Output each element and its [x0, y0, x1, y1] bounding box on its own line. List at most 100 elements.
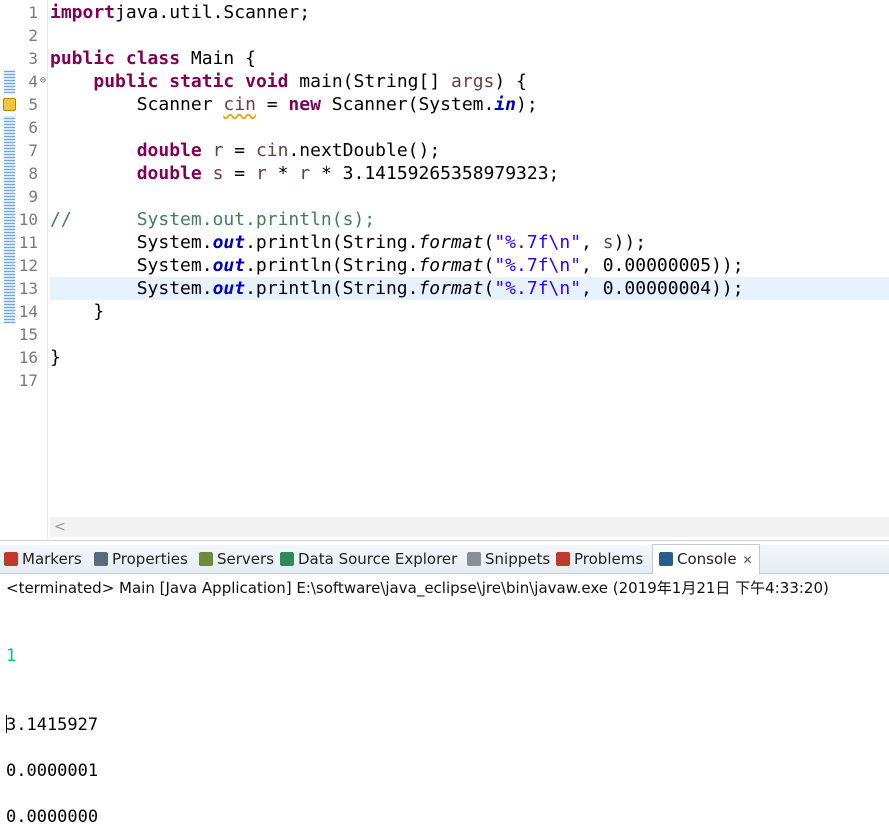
code-token: cin [223, 94, 256, 115]
console-text: 0.0000001 [6, 761, 99, 781]
change-marker [4, 70, 15, 93]
code-token: "%.7f\n" [494, 232, 582, 253]
code-line[interactable]: System.out.println(String.format("%.7f\n… [50, 254, 889, 277]
data-source-icon [280, 552, 294, 566]
line-number: 13 [18, 279, 38, 298]
code-token: "%.7f\n" [494, 278, 582, 299]
code-line[interactable]: // System.out.println(s); [50, 208, 889, 231]
code-line[interactable] [50, 24, 889, 47]
code-token: ); [516, 94, 538, 115]
tab-snippets[interactable]: Snippets [467, 545, 550, 573]
tab-label: Markers [22, 550, 82, 568]
tab-properties[interactable]: Properties [94, 545, 188, 573]
code-token: void [245, 71, 289, 92]
tab-console[interactable]: Console ✕ [652, 544, 760, 575]
scroll-left-icon[interactable]: < [54, 517, 66, 537]
tab-label: Properties [112, 550, 188, 568]
code-line[interactable]: } [50, 300, 889, 323]
code-line[interactable]: double s = r * r * 3.14159265358979323; [50, 162, 889, 185]
warning-icon[interactable] [3, 98, 16, 111]
console-line: 3.1415927 [6, 714, 889, 737]
properties-icon [94, 552, 108, 566]
code-token: import [50, 2, 116, 23]
code-token: new [288, 94, 321, 115]
line-number-gutter: 1 2 3 4 5 6 7 8 9 10 11 12 13 14 15 16 17 ⊖ [16, 0, 48, 540]
code-token: , [581, 232, 603, 253]
code-line[interactable]: public static void main(String[] args) { [50, 70, 889, 93]
code-line[interactable] [50, 369, 889, 392]
code-token: double [136, 163, 202, 184]
code-token: .println(String. [245, 232, 419, 253]
code-token: ( [483, 278, 495, 299]
tab-problems[interactable]: Problems [556, 545, 643, 573]
code-token: s [602, 232, 614, 253]
code-token: s [212, 163, 224, 184]
servers-icon [199, 552, 213, 566]
tab-servers[interactable]: Servers [199, 545, 274, 573]
code-token: Main { [180, 48, 256, 69]
code-token: = [255, 94, 289, 115]
code-line[interactable]: System.out.println(String.format("%.7f\n… [50, 277, 889, 300]
line-number: 14 [18, 302, 38, 321]
code-token: out [212, 255, 246, 276]
code-token: ) { [494, 71, 527, 92]
tab-data-source-explorer[interactable]: Data Source Explorer [280, 545, 457, 573]
markers-icon [4, 552, 18, 566]
tab-label: Problems [574, 550, 644, 568]
line-number: 4 [28, 72, 38, 91]
line-number: 17 [18, 371, 38, 390]
code-token: "%.7f\n" [494, 255, 582, 276]
code-token: )); [613, 232, 647, 253]
code-token: , 0.00000005)); [581, 255, 744, 276]
horizontal-scrollbar[interactable]: < [50, 517, 889, 537]
code-editor[interactable]: 1 2 3 4 5 6 7 8 9 10 11 12 13 14 15 16 17 ⊖ importjava.ut… [0, 0, 889, 540]
line-number: 11 [18, 233, 38, 252]
code-token: * [266, 163, 300, 184]
code-token: format [418, 232, 484, 253]
code-line[interactable]: System.out.println(String.format("%.7f\n… [50, 231, 889, 254]
console-text: 0.0000000 [6, 807, 99, 827]
code-line[interactable]: Scanner cin = new Scanner(System.in); [50, 93, 889, 116]
code-token: Scanner(System. [320, 94, 495, 115]
code-token: = [223, 163, 256, 184]
fold-collapse-icon[interactable]: ⊖ [40, 75, 46, 86]
code-token: double [136, 140, 202, 161]
code-line[interactable]: double r = cin.nextDouble(); [50, 139, 889, 162]
code-line[interactable] [50, 116, 889, 139]
snippets-icon [467, 552, 481, 566]
code-token: java.util.Scanner; [115, 2, 311, 23]
code-token: * 3.14159265358979323; [310, 163, 560, 184]
code-token: public [50, 48, 116, 69]
code-line[interactable]: importjava.util.Scanner; [50, 1, 889, 24]
code-token: ( [483, 232, 495, 253]
code-line[interactable] [50, 323, 889, 346]
tab-label: Console [677, 550, 737, 568]
code-line[interactable] [50, 185, 889, 208]
line-number: 16 [18, 348, 38, 367]
code-token: args [451, 71, 495, 92]
code-token: r [212, 140, 224, 161]
code-token: cin [255, 140, 289, 161]
console-output[interactable]: 1 3.1415927 0.0000001 0.0000000 [6, 599, 889, 829]
line-number: 1 [28, 3, 38, 22]
change-marker [4, 208, 15, 323]
line-number: 12 [18, 256, 38, 275]
code-token: } [50, 301, 105, 322]
code-token: public [93, 71, 159, 92]
line-number: 3 [28, 49, 38, 68]
close-icon[interactable]: ✕ [743, 553, 753, 567]
tab-markers[interactable]: Markers [4, 545, 82, 573]
line-number: 10 [18, 210, 38, 229]
tab-label: Data Source Explorer [298, 550, 458, 568]
code-line[interactable]: } [50, 346, 889, 369]
problems-icon [556, 552, 570, 566]
code-token: , 0.00000004)); [581, 278, 744, 299]
code-token: Scanner [50, 94, 224, 115]
code-line[interactable]: public class Main { [50, 47, 889, 70]
